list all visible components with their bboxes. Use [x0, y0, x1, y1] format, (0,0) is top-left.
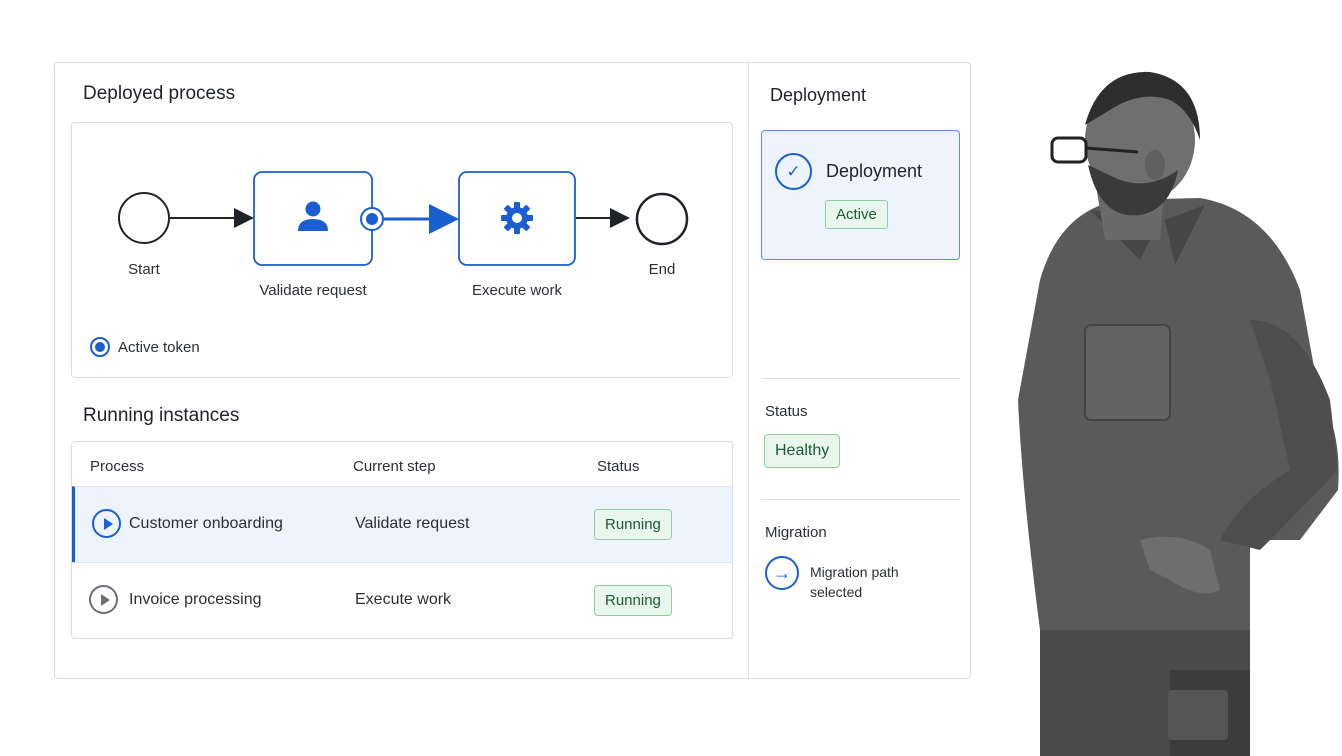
deployment-name: Deployment: [826, 161, 923, 181]
person-photo: [1018, 71, 1339, 756]
current-step: Execute work: [355, 591, 452, 608]
process-name: Customer onboarding: [129, 515, 283, 532]
process-dashboard-card: Deployed process Start Validate request …: [54, 62, 971, 679]
start-label: Start: [128, 261, 160, 278]
validate-request-label: Validate request: [259, 282, 367, 299]
table-row[interactable]: Customer onboarding Validate request Run…: [72, 486, 732, 562]
instances-table: Process Current step Status Customer onb…: [71, 441, 733, 639]
panel-divider: [748, 63, 749, 678]
health-badge: Healthy: [764, 434, 841, 468]
arrow-right-icon[interactable]: →: [765, 556, 799, 590]
gear-icon: [501, 202, 533, 234]
status-badge: Running: [594, 585, 672, 616]
end-label: End: [648, 261, 676, 278]
deployment-card[interactable]: ✓ Deployment Active: [761, 130, 960, 260]
process-diagram: Start Validate request Execute work End …: [71, 122, 733, 378]
play-icon[interactable]: [89, 585, 118, 614]
divider: [761, 378, 960, 379]
stage: Deployed process Start Validate request …: [0, 0, 1342, 756]
active-token-icon: [90, 337, 110, 357]
column-header-current-step[interactable]: Current step: [353, 458, 436, 475]
legend: Active token: [90, 337, 200, 357]
column-header-process[interactable]: Process: [90, 458, 144, 475]
status-label: Status: [765, 403, 808, 420]
status-badge: Running: [594, 509, 672, 540]
migration-text: Migration path selected: [810, 564, 899, 600]
running-instances-title: Running instances: [83, 405, 240, 426]
divider: [761, 499, 960, 500]
deployed-process-title: Deployed process: [83, 83, 236, 104]
check-icon: ✓: [775, 153, 812, 190]
deployment-status-badge: Active: [825, 200, 888, 229]
play-icon[interactable]: [92, 509, 121, 538]
start-event[interactable]: [118, 192, 170, 244]
migration-label: Migration: [765, 524, 827, 541]
table-row[interactable]: Invoice processing Execute work Running: [72, 562, 732, 638]
column-header-status[interactable]: Status: [597, 458, 640, 475]
validate-request-task[interactable]: [253, 171, 373, 266]
legend-label: Active token: [118, 338, 200, 356]
process-name: Invoice processing: [129, 591, 262, 608]
deployment-title: Deployment: [770, 85, 867, 105]
execute-work-label: Execute work: [471, 282, 563, 299]
current-step: Validate request: [355, 515, 470, 532]
end-event[interactable]: [635, 192, 689, 246]
